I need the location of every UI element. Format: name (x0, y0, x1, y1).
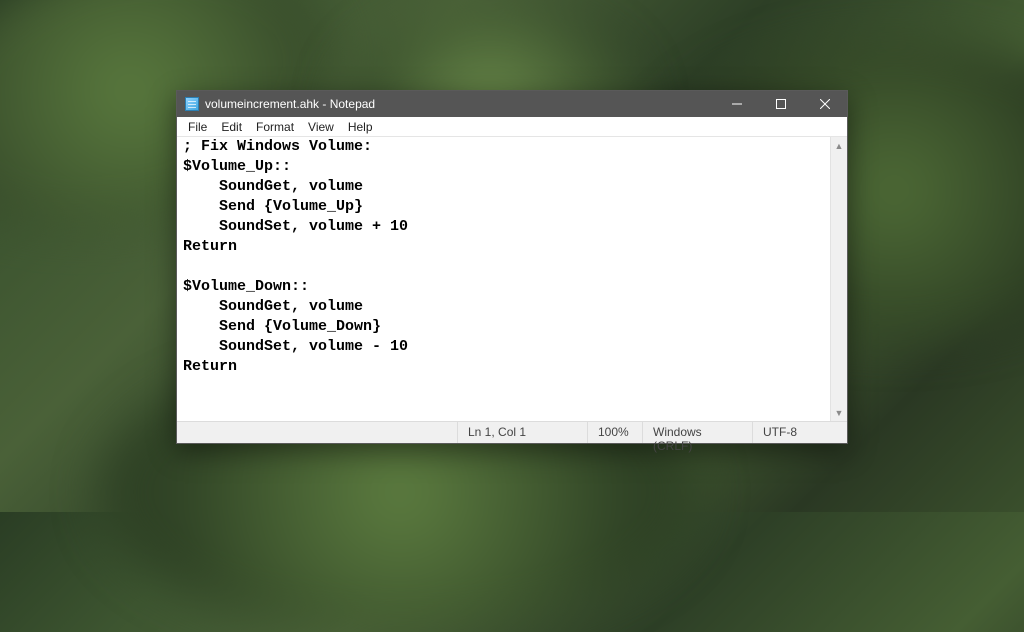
menu-help[interactable]: Help (341, 118, 380, 136)
minimize-button[interactable] (715, 91, 759, 117)
statusbar: Ln 1, Col 1 100% Windows (CRLF) UTF-8 (177, 421, 847, 443)
close-button[interactable] (803, 91, 847, 117)
titlebar[interactable]: volumeincrement.ahk - Notepad (177, 91, 847, 117)
vertical-scrollbar[interactable]: ▲ ▼ (830, 137, 847, 421)
status-position: Ln 1, Col 1 (457, 422, 587, 443)
editor-area: ; Fix Windows Volume: $Volume_Up:: Sound… (177, 137, 847, 421)
menu-view[interactable]: View (301, 118, 341, 136)
menu-edit[interactable]: Edit (214, 118, 249, 136)
menu-file[interactable]: File (181, 118, 214, 136)
scroll-down-icon[interactable]: ▼ (831, 404, 847, 421)
text-content[interactable]: ; Fix Windows Volume: $Volume_Up:: Sound… (177, 137, 830, 421)
maximize-button[interactable] (759, 91, 803, 117)
scroll-up-icon[interactable]: ▲ (831, 137, 847, 154)
status-encoding: UTF-8 (752, 422, 847, 443)
menubar: File Edit Format View Help (177, 117, 847, 137)
menu-format[interactable]: Format (249, 118, 301, 136)
notepad-window: volumeincrement.ahk - Notepad File Edit … (176, 90, 848, 444)
notepad-icon (185, 97, 199, 111)
status-zoom: 100% (587, 422, 642, 443)
window-title: volumeincrement.ahk - Notepad (205, 97, 375, 111)
status-line-ending: Windows (CRLF) (642, 422, 752, 443)
